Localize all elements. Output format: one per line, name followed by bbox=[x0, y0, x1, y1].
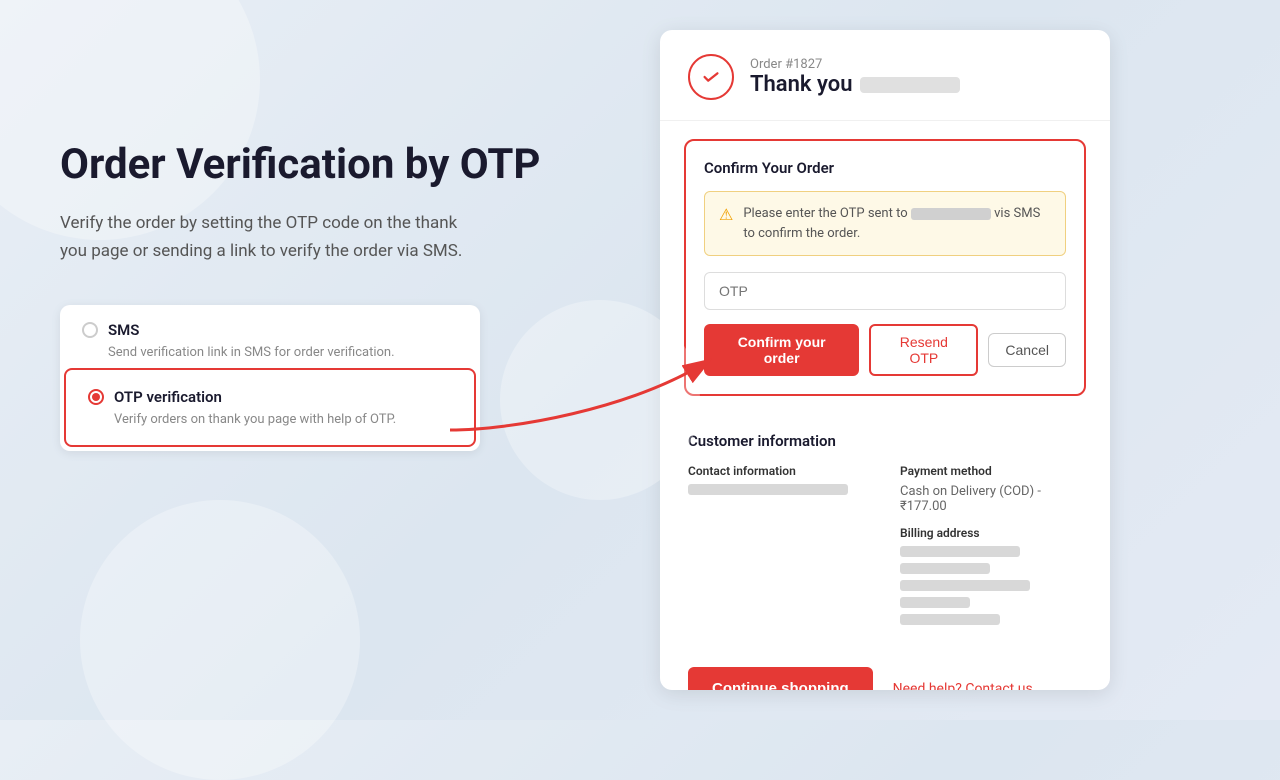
option-sms-desc: Send verification link in SMS for order … bbox=[108, 345, 458, 360]
left-panel: Order Verification by OTP Verify the ord… bbox=[0, 0, 640, 720]
right-panel: Order #1827 Thank you Confirm Your Order… bbox=[640, 0, 1130, 720]
options-card: SMS Send verification link in SMS for or… bbox=[60, 305, 480, 451]
thank-you-card: Order #1827 Thank you Confirm Your Order… bbox=[660, 30, 1110, 690]
otp-input[interactable] bbox=[704, 272, 1066, 310]
page-subtitle: Verify the order by setting the OTP code… bbox=[60, 210, 480, 264]
customer-section: Customer information Contact information… bbox=[660, 414, 1110, 649]
page-title: Order Verification by OTP bbox=[60, 140, 580, 190]
option-otp[interactable]: OTP verification Verify orders on thank … bbox=[64, 368, 476, 447]
alert-text: Please enter the OTP sent to vis SMS to … bbox=[743, 204, 1051, 243]
phone-redacted bbox=[911, 208, 991, 220]
billing-line-3 bbox=[900, 580, 1030, 591]
option-sms[interactable]: SMS Send verification link in SMS for or… bbox=[60, 305, 480, 368]
thank-you-header: Order #1827 Thank you bbox=[660, 30, 1110, 121]
otp-alert: ⚠ Please enter the OTP sent to vis SMS t… bbox=[704, 191, 1066, 256]
email-redacted bbox=[688, 484, 848, 495]
confirm-order-button[interactable]: Confirm your order bbox=[704, 324, 859, 376]
card-footer: Continue shopping Need help? Contact us bbox=[660, 649, 1110, 690]
continue-shopping-button[interactable]: Continue shopping bbox=[688, 667, 873, 690]
confirm-title: Confirm Your Order bbox=[704, 159, 1066, 177]
customer-name-redacted bbox=[860, 77, 960, 93]
resend-otp-button[interactable]: Resend OTP bbox=[869, 324, 978, 376]
confirm-actions: Confirm your order Resend OTP Cancel bbox=[704, 324, 1066, 376]
order-info: Order #1827 Thank you bbox=[750, 57, 960, 97]
billing-line-2 bbox=[900, 563, 990, 574]
contact-label: Contact information bbox=[688, 464, 870, 478]
payment-column: Payment method Cash on Delivery (COD) - … bbox=[900, 464, 1082, 631]
contact-column: Contact information bbox=[688, 464, 870, 631]
billing-line-5 bbox=[900, 614, 1000, 625]
help-link[interactable]: Need help? Contact us bbox=[893, 681, 1033, 691]
option-sms-label: SMS bbox=[108, 321, 139, 339]
option-otp-label: OTP verification bbox=[114, 388, 222, 406]
radio-sms[interactable] bbox=[82, 322, 98, 338]
check-circle-icon bbox=[688, 54, 734, 100]
radio-otp[interactable] bbox=[88, 389, 104, 405]
payment-value: Cash on Delivery (COD) - ₹177.00 bbox=[900, 484, 1082, 514]
order-number: Order #1827 bbox=[750, 57, 960, 72]
customer-columns: Contact information Payment method Cash … bbox=[688, 464, 1082, 631]
billing-label: Billing address bbox=[900, 526, 1082, 540]
thank-you-text: Thank you bbox=[750, 72, 960, 97]
customer-section-title: Customer information bbox=[688, 432, 1082, 450]
warning-icon: ⚠ bbox=[719, 205, 733, 224]
confirm-order-section: Confirm Your Order ⚠ Please enter the OT… bbox=[684, 139, 1086, 396]
billing-line-4 bbox=[900, 597, 970, 608]
payment-label: Payment method bbox=[900, 464, 1082, 478]
cancel-button[interactable]: Cancel bbox=[988, 333, 1066, 367]
option-otp-desc: Verify orders on thank you page with hel… bbox=[114, 412, 452, 427]
billing-line-1 bbox=[900, 546, 1020, 557]
